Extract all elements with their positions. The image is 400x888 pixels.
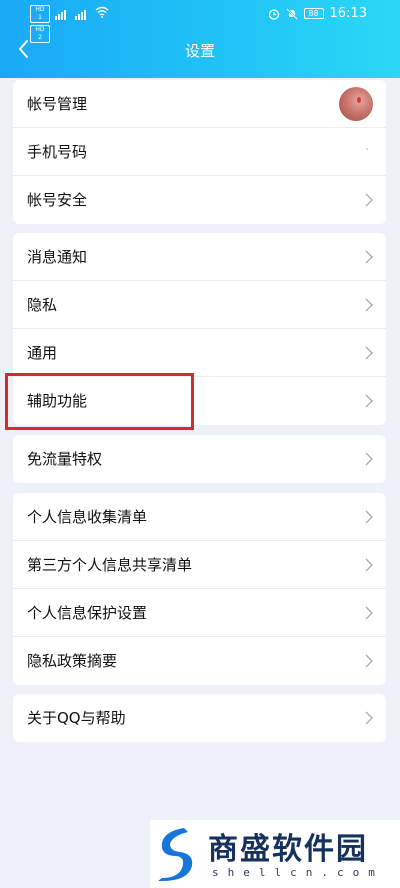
phone-value: ` xyxy=(365,148,370,159)
personal-info-group: 个人信息收集清单 第三方个人信息共享清单 个人信息保护设置 隐私政策摘要 xyxy=(13,493,386,685)
settings-row-data-free-privilege[interactable]: 免流量特权 xyxy=(13,435,386,483)
status-bar: HD 1 HD 2 88 16:13 xyxy=(0,0,400,43)
settings-row-personal-info-collection[interactable]: 个人信息收集清单 xyxy=(13,493,386,541)
row-label: 帐号管理 xyxy=(27,95,88,113)
chevron-right-icon xyxy=(365,394,373,408)
row-label: 消息通知 xyxy=(27,248,88,266)
settings-row-personal-info-protection[interactable]: 个人信息保护设置 xyxy=(13,589,386,637)
settings-row-about-qq-help[interactable]: 关于QQ与帮助 xyxy=(13,694,386,742)
settings-row-account-management[interactable]: 帐号管理 xyxy=(13,80,386,128)
row-label: 手机号码 xyxy=(27,143,88,161)
settings-row-phone-number[interactable]: 手机号码 ` xyxy=(13,128,386,176)
alarm-icon xyxy=(268,8,279,20)
signal-icon xyxy=(55,6,67,20)
settings-row-privacy-policy-summary[interactable]: 隐私政策摘要 xyxy=(13,637,386,685)
watermark-title: 商盛软件园 xyxy=(208,832,368,867)
chevron-right-icon xyxy=(365,711,373,725)
chevron-right-icon xyxy=(365,452,373,466)
chevron-right-icon xyxy=(365,193,373,207)
settings-row-privacy[interactable]: 隐私 xyxy=(13,281,386,329)
avatar[interactable] xyxy=(339,87,373,121)
row-label: 帐号安全 xyxy=(27,191,88,209)
page-title: 设置 xyxy=(184,42,215,60)
chevron-right-icon xyxy=(365,250,373,264)
wifi-icon xyxy=(95,6,109,18)
watermark-logo-icon xyxy=(158,828,193,882)
status-time: 16:13 xyxy=(329,6,367,21)
sim1-badge: HD 1 xyxy=(30,5,50,23)
row-label: 隐私政策摘要 xyxy=(27,652,118,670)
signal-icon xyxy=(75,6,87,20)
row-label: 个人信息保护设置 xyxy=(27,604,148,622)
chevron-right-icon xyxy=(365,346,373,360)
about-group: 关于QQ与帮助 xyxy=(13,694,386,742)
row-label: 第三方个人信息共享清单 xyxy=(27,556,193,574)
row-label: 通用 xyxy=(27,344,58,362)
row-label: 隐私 xyxy=(27,296,58,314)
chevron-right-icon xyxy=(365,654,373,668)
header-bar: HD 1 HD 2 88 16:13 设置 xyxy=(0,0,400,78)
data-free-group: 免流量特权 xyxy=(13,435,386,483)
chevron-right-icon xyxy=(365,558,373,572)
status-right: 88 16:13 xyxy=(268,6,367,21)
settings-row-general[interactable]: 通用 xyxy=(13,329,386,377)
battery-indicator: 88 xyxy=(303,8,324,19)
account-group: 帐号管理 手机号码 ` 帐号安全 xyxy=(13,80,386,224)
chevron-right-icon xyxy=(365,298,373,312)
settings-row-account-security[interactable]: 帐号安全 xyxy=(13,176,386,224)
highlight-box xyxy=(5,373,194,430)
chevron-right-icon xyxy=(365,606,373,620)
row-label: 个人信息收集清单 xyxy=(27,508,148,526)
watermark: 商盛软件园 shellcn.com xyxy=(150,820,400,888)
watermark-url: shellcn.com xyxy=(212,866,384,879)
row-label: 关于QQ与帮助 xyxy=(27,709,126,727)
chevron-right-icon xyxy=(365,510,373,524)
settings-row-notifications[interactable]: 消息通知 xyxy=(13,233,386,281)
settings-row-third-party-sharing[interactable]: 第三方个人信息共享清单 xyxy=(13,541,386,589)
nav-bar: 设置 xyxy=(0,30,400,70)
row-label: 免流量特权 xyxy=(27,450,103,468)
mute-icon xyxy=(285,7,298,20)
